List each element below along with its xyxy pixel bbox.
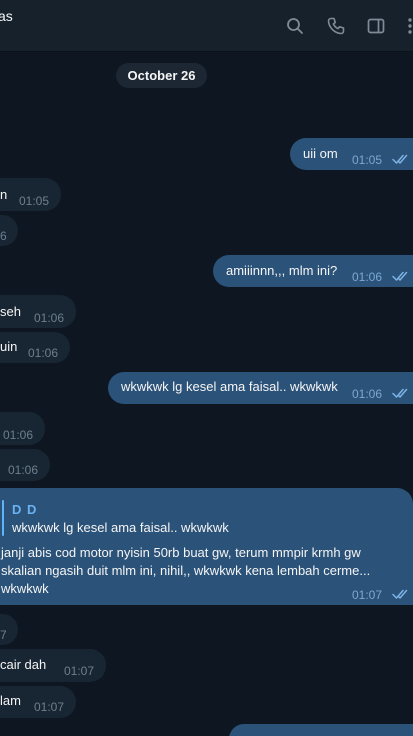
date-separator: October 26 bbox=[116, 63, 207, 88]
phone-icon[interactable] bbox=[326, 16, 346, 36]
message-text-line: wkwkwk bbox=[1, 581, 49, 596]
message-incoming[interactable]: 6 bbox=[0, 215, 18, 246]
message-text: seh bbox=[0, 304, 21, 319]
message-text: lam bbox=[0, 693, 21, 708]
message-incoming[interactable]: lam 01:07 bbox=[0, 686, 76, 718]
message-incoming[interactable]: 7 bbox=[0, 614, 18, 645]
message-time: 01:06 bbox=[352, 270, 383, 284]
message-time: 7 bbox=[0, 628, 7, 642]
read-check-icon bbox=[392, 588, 410, 600]
message-time: 01:05 bbox=[19, 194, 50, 208]
search-icon[interactable] bbox=[285, 16, 305, 36]
message-text-line: skalian ngasih duit mlm ini, nihil,, wkw… bbox=[1, 563, 371, 578]
message-incoming[interactable]: 01:06 bbox=[0, 449, 50, 481]
message-text: uii om bbox=[303, 146, 338, 161]
message-time: 01:07 bbox=[64, 664, 95, 678]
message-incoming[interactable]: n 01:05 bbox=[0, 178, 61, 211]
message-text: wkwkwk lg kesel ama faisal.. wkwkwk bbox=[121, 379, 338, 394]
message-time: 01:06 bbox=[8, 463, 39, 477]
message-outgoing[interactable]: wkwkwk lg kesel ama faisal.. wkwkwk 01:0… bbox=[108, 372, 413, 404]
message-time: 6 bbox=[0, 229, 7, 243]
message-text: amiiinnn,,, mlm ini? bbox=[226, 263, 338, 278]
read-check-icon bbox=[392, 270, 410, 282]
message-text: uin bbox=[0, 339, 18, 354]
reply-quoted-text[interactable]: wkwkwk lg kesel ama faisal.. wkwkwk bbox=[12, 519, 229, 537]
sidebar-toggle-icon[interactable] bbox=[366, 16, 386, 36]
message-outgoing-reply[interactable]: D D wkwkwk lg kesel ama faisal.. wkwkwk … bbox=[0, 488, 413, 605]
chat-title[interactable]: as bbox=[0, 8, 13, 24]
message-time: 01:07 bbox=[34, 700, 65, 714]
message-list[interactable]: October 26 uii om 01:05 n 01:05 6 amiiin… bbox=[0, 52, 413, 736]
reply-quote-bar bbox=[2, 500, 4, 536]
message-incoming[interactable]: cair dah 01:07 bbox=[0, 649, 106, 682]
message-time: 01:06 bbox=[3, 428, 34, 442]
message-outgoing[interactable]: amiiinnn,,, mlm ini? 01:06 bbox=[213, 255, 413, 287]
message-text: n bbox=[0, 187, 8, 202]
message-time: 01:06 bbox=[28, 346, 59, 360]
message-time: 01:06 bbox=[34, 311, 65, 325]
reply-author[interactable]: D D bbox=[12, 501, 37, 519]
message-incoming[interactable]: 01:06 bbox=[0, 412, 45, 445]
message-incoming[interactable]: seh 01:06 bbox=[0, 295, 76, 328]
message-text-line: janji abis cod motor nyisin 50rb buat gw… bbox=[1, 545, 361, 560]
message-time: 01:05 bbox=[352, 153, 383, 167]
chat-header: as bbox=[0, 0, 413, 52]
message-time: 01:07 bbox=[352, 588, 383, 602]
message-outgoing[interactable] bbox=[229, 724, 413, 736]
message-time: 01:06 bbox=[352, 387, 383, 401]
read-check-icon bbox=[392, 153, 410, 165]
message-incoming[interactable]: uin 01:06 bbox=[0, 332, 70, 363]
message-outgoing[interactable]: uii om 01:05 bbox=[290, 138, 413, 170]
message-text: cair dah bbox=[0, 657, 47, 672]
read-check-icon bbox=[392, 387, 410, 399]
more-icon[interactable] bbox=[404, 16, 413, 36]
